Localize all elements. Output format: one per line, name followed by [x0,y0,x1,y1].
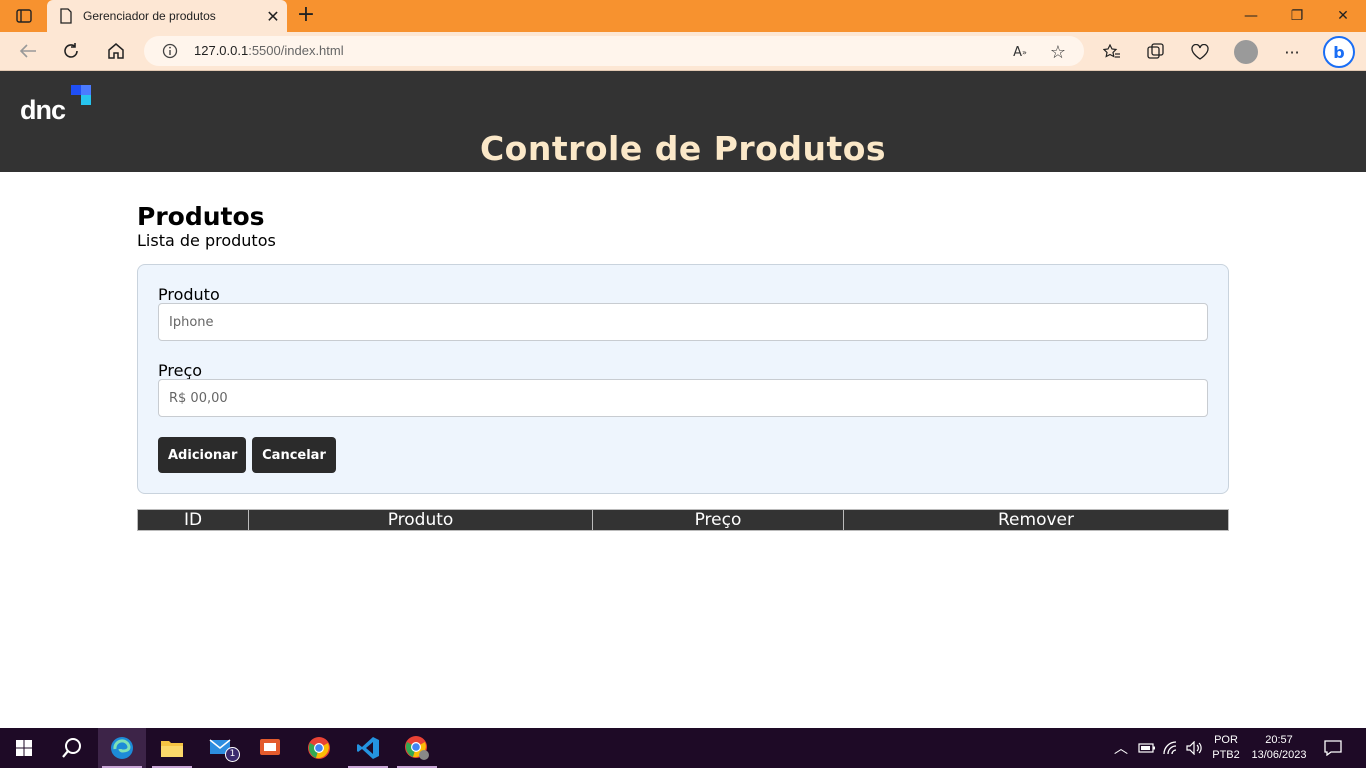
price-input[interactable] [158,379,1208,417]
mail-badge: 1 [225,747,240,762]
new-tab-button[interactable]: + [294,4,318,28]
performance-icon[interactable] [1188,40,1212,64]
wifi-icon[interactable] [1163,728,1179,768]
product-input[interactable] [158,303,1208,341]
clock[interactable]: 20:57 13/06/2023 [1248,728,1310,768]
tab-title: Gerenciador de produtos [83,9,216,23]
battery-icon[interactable] [1138,728,1156,768]
tab-close-icon[interactable]: ✕ [259,7,287,26]
home-icon[interactable] [103,39,129,63]
page-icon [60,8,72,24]
taskbar: 1 ︿ POR PTB2 20:57 13/06/2023 [0,728,1366,768]
clock-time: 20:57 [1265,734,1293,746]
refresh-icon[interactable] [58,39,84,63]
address-bar[interactable]: 127.0.0.1:5500/index.html A» ☆ [144,36,1084,66]
column-header-product: Produto [248,509,593,531]
page-title: Controle de Produtos [479,129,887,168]
product-form: Produto Preço Adicionar Cancelar [137,264,1229,494]
clock-date: 13/06/2023 [1251,749,1307,761]
chrome-icon[interactable] [295,728,343,768]
site-info-icon[interactable] [162,43,178,59]
windows-start-icon[interactable] [0,728,48,768]
browser-tab[interactable]: Gerenciador de produtos ✕ [47,0,287,32]
column-header-price: Preço [592,509,844,531]
notifications-icon[interactable] [1324,728,1342,768]
section-subtitle: Lista de produtos [137,231,276,250]
presentation-app-icon[interactable] [246,728,294,768]
file-explorer-icon[interactable] [148,728,196,768]
favorites-icon[interactable] [1100,40,1124,64]
price-label: Preço [158,361,203,380]
collections-icon[interactable] [1144,40,1168,64]
bing-icon[interactable]: b [1323,36,1355,68]
restore-icon[interactable]: ❐ [1274,0,1320,32]
back-icon[interactable] [15,39,41,63]
vscode-icon[interactable] [344,728,392,768]
mail-icon[interactable]: 1 [198,728,246,768]
favorite-star-icon[interactable]: ☆ [1048,42,1068,63]
search-icon[interactable] [48,728,96,768]
keyboard-layout: PTB2 [1212,749,1240,761]
minimize-icon[interactable]: — [1228,0,1274,32]
product-label: Produto [158,285,220,304]
volume-icon[interactable] [1186,728,1204,768]
chrome-profile-icon[interactable] [393,728,441,768]
add-button[interactable]: Adicionar [158,437,246,473]
column-header-remove: Remover [843,509,1229,531]
more-options-icon[interactable]: ··· [1280,40,1304,64]
column-header-id: ID [137,509,249,531]
browser-tab-bar: Gerenciador de produtos ✕ + — ❐ ✕ [0,0,1366,32]
url-text: 127.0.0.1:5500/index.html [194,43,344,58]
profile-avatar[interactable] [1234,40,1258,64]
dnc-logo: dnc [20,85,92,125]
table-header-row: ID Produto Preço Remover [137,509,1229,531]
language-indicator[interactable]: POR PTB2 [1211,728,1241,768]
section-title: Produtos [137,202,265,231]
browser-toolbar: 127.0.0.1:5500/index.html A» ☆ ··· b [0,32,1366,71]
language-code: POR [1214,734,1238,746]
chevron-up-icon[interactable]: ︿ [1114,728,1128,768]
read-aloud-icon[interactable]: A» [1010,42,1030,62]
edge-taskbar-icon[interactable] [98,728,146,768]
page-header: dnc Controle de Produtos [0,71,1366,172]
cancel-button[interactable]: Cancelar [252,437,336,473]
products-table: ID Produto Preço Remover [137,509,1229,531]
window-close-icon[interactable]: ✕ [1320,0,1366,32]
tab-actions-icon[interactable] [12,6,36,26]
